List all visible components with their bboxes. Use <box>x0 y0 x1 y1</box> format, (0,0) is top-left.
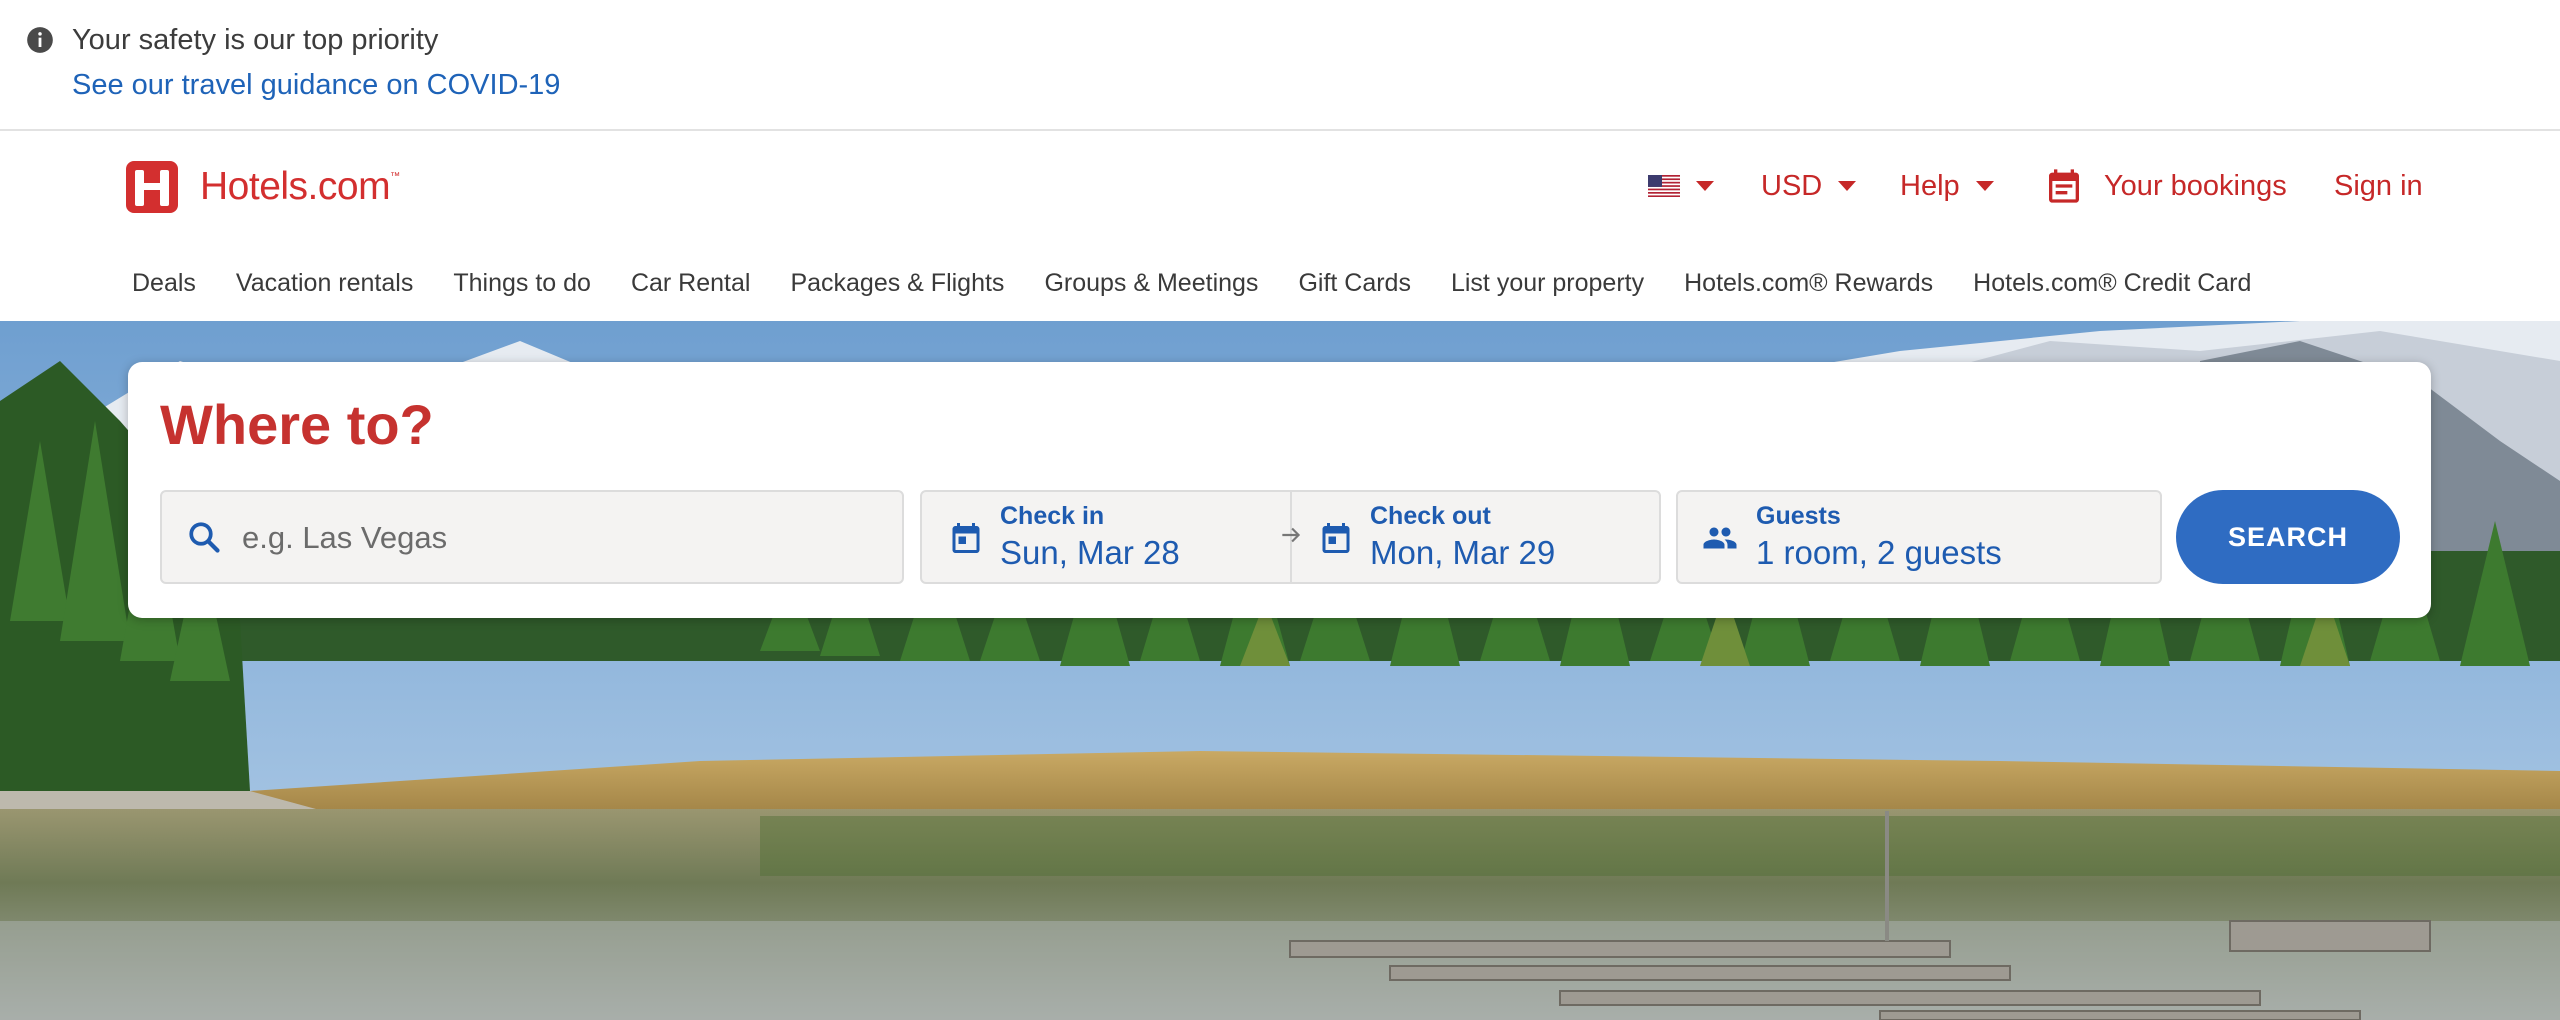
destination-input[interactable] <box>240 512 884 564</box>
nav-item-groups-meetings[interactable]: Groups & Meetings <box>1044 269 1258 298</box>
logo-text: Hotels.com™ <box>200 165 400 208</box>
chevron-down-icon <box>1838 181 1857 191</box>
people-icon <box>1703 527 1737 549</box>
language-selector[interactable] <box>1648 161 1714 211</box>
chevron-down-icon <box>1696 181 1714 191</box>
hotels-logo[interactable]: Hotels.com™ <box>126 159 400 215</box>
check-out-field[interactable]: Check out Mon, Mar 29 <box>1292 492 1659 582</box>
guests-label: Guests <box>1756 502 1841 530</box>
covid-guidance-link[interactable]: See our travel guidance on COVID-19 <box>72 69 560 102</box>
guests-field[interactable]: Guests 1 room, 2 guests <box>1676 490 2162 584</box>
calendar-icon <box>2049 169 2079 203</box>
search-card: Where to? Check in Sun, Mar 28 Check out… <box>128 362 2431 618</box>
calendar-icon <box>1322 523 1350 553</box>
search-button[interactable]: SEARCH <box>2176 490 2400 584</box>
guests-value: 1 room, 2 guests <box>1756 534 2002 571</box>
help-label: Help <box>1900 169 1960 202</box>
help-menu[interactable]: Help <box>1900 161 1994 211</box>
nav-item-credit-card[interactable]: Hotels.com® Credit Card <box>1973 269 2251 298</box>
chevron-down-icon <box>1975 181 1994 191</box>
sign-in-label: Sign in <box>2334 169 2423 202</box>
currency-selector[interactable]: USD <box>1761 161 1857 211</box>
site-header: Hotels.com™ USD Help Your bookings Sign … <box>0 131 2560 321</box>
nav-item-list-property[interactable]: List your property <box>1451 269 1644 298</box>
safety-alert-banner: Your safety is our top priority See our … <box>0 0 2560 131</box>
nav-item-packages-flights[interactable]: Packages & Flights <box>790 269 1004 298</box>
search-icon <box>189 522 220 553</box>
search-title: Where to? <box>160 393 434 456</box>
nav-item-gift-cards[interactable]: Gift Cards <box>1298 269 1411 298</box>
calendar-icon <box>952 523 980 553</box>
check-in-field[interactable]: Check in Sun, Mar 28 <box>922 492 1288 582</box>
dates-field: Check in Sun, Mar 28 Check out Mon, Mar … <box>920 490 1661 584</box>
info-icon <box>27 27 53 53</box>
nav-item-rewards[interactable]: Hotels.com® Rewards <box>1684 269 1933 298</box>
your-bookings-label: Your bookings <box>2104 169 2287 202</box>
check-out-value: Mon, Mar 29 <box>1370 534 1556 571</box>
nav-item-things-to-do[interactable]: Things to do <box>453 269 591 298</box>
nav-item-deals[interactable]: Deals <box>132 269 196 298</box>
your-bookings-link[interactable]: Your bookings <box>2044 161 2287 211</box>
sign-in-link[interactable]: Sign in <box>2334 161 2423 211</box>
check-out-label: Check out <box>1370 502 1491 530</box>
hotels-logo-icon <box>126 161 178 213</box>
destination-field[interactable] <box>160 490 904 584</box>
us-flag-icon <box>1648 175 1680 197</box>
check-in-value: Sun, Mar 28 <box>1000 534 1180 571</box>
main-nav: Deals Vacation rentals Things to do Car … <box>132 269 2291 298</box>
nav-item-vacation-rentals[interactable]: Vacation rentals <box>236 269 413 298</box>
nav-item-car-rental[interactable]: Car Rental <box>631 269 751 298</box>
check-in-label: Check in <box>1000 502 1105 530</box>
alert-title: Your safety is our top priority <box>72 24 439 56</box>
currency-label: USD <box>1761 169 1823 202</box>
